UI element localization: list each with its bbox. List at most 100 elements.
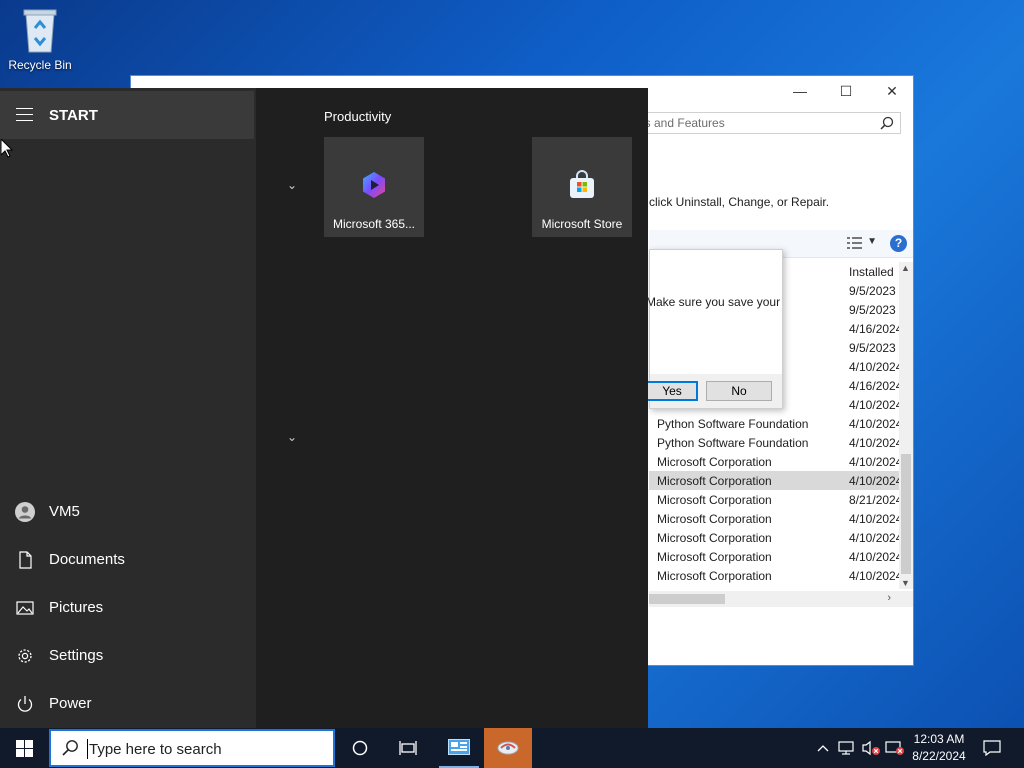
list-item[interactable]: Microsoft Corporation 8/21/2024 <box>649 490 903 509</box>
installed-date-cell: 4/10/2024 <box>849 569 903 583</box>
taskbar-app-control-panel[interactable] <box>435 728 483 768</box>
windows-logo-icon <box>15 739 33 757</box>
recycle-bin-label: Recycle Bin <box>8 58 72 72</box>
mouse-cursor-icon <box>0 137 14 161</box>
action-center-button[interactable] <box>978 728 1006 768</box>
programs-search-input[interactable]: ns and Features <box>631 112 901 134</box>
control-panel-icon <box>448 739 470 755</box>
list-item[interactable]: Microsoft Corporation 4/10/2024 <box>649 452 903 471</box>
document-icon <box>15 550 35 570</box>
taskbar-search-box[interactable]: Type here to search <box>49 729 335 767</box>
list-item[interactable]: Python Software Foundation 4/10/2024 <box>649 414 903 433</box>
power-icon <box>15 694 35 714</box>
installed-date-cell: 4/16/2024 <box>849 379 903 393</box>
search-icon <box>61 739 79 760</box>
list-item[interactable]: Microsoft Corporation 4/10/2024 <box>649 528 903 547</box>
horizontal-scroll-thumb[interactable] <box>649 594 725 604</box>
start-button[interactable] <box>0 728 48 768</box>
sidebar-item-power[interactable]: Power <box>0 682 256 726</box>
start-menu-sidebar: START VM5 Documents Pictures Settings Po… <box>0 88 256 728</box>
no-button[interactable]: No <box>706 381 772 401</box>
installed-date-cell: 9/5/2023 <box>849 341 896 355</box>
cortana-button[interactable] <box>336 728 384 768</box>
sidebar-item-label: Settings <box>49 647 104 664</box>
tile-label: Microsoft Store <box>541 217 623 231</box>
recycle-bin-icon <box>20 6 60 54</box>
taskbar-app-active[interactable] <box>484 728 532 768</box>
installed-date-cell: 9/5/2023 <box>849 284 896 298</box>
chevron-up-icon <box>817 745 829 752</box>
scroll-down-icon[interactable]: ▼ <box>901 578 910 588</box>
sidebar-item-label: Documents <box>49 551 125 568</box>
security-status-button[interactable] <box>884 728 906 768</box>
sidebar-item-pictures[interactable]: Pictures <box>0 586 256 630</box>
task-view-button[interactable] <box>384 728 432 768</box>
sidebar-item-settings[interactable]: Settings <box>0 634 256 678</box>
list-item[interactable]: Microsoft Corporation 4/10/2024 <box>649 566 903 585</box>
tile-microsoft-store[interactable]: Microsoft Store <box>532 137 632 237</box>
task-view-icon <box>399 741 417 755</box>
installed-date-cell: 4/10/2024 <box>849 550 903 564</box>
chevron-down-icon[interactable]: ⌄ <box>287 178 297 192</box>
dialog-message: Make sure you save your <box>646 295 781 309</box>
tile-microsoft-365[interactable]: Microsoft 365... <box>324 137 424 237</box>
hamburger-menu-icon[interactable] <box>16 108 33 121</box>
maximize-button[interactable]: ☐ <box>823 76 869 106</box>
notification-icon <box>983 740 1001 756</box>
volume-button[interactable] <box>860 728 882 768</box>
installed-date-cell: 4/10/2024 <box>849 436 903 450</box>
vertical-scroll-thumb[interactable] <box>901 454 911 574</box>
display-warning-icon <box>885 741 904 755</box>
installed-date-cell: 4/10/2024 <box>849 474 903 488</box>
chevron-down-icon[interactable]: ⌄ <box>287 430 297 444</box>
list-item[interactable]: Python Software Foundation 4/10/2024 <box>649 433 903 452</box>
microsoft-365-icon <box>358 169 390 201</box>
sidebar-item-user[interactable]: VM5 <box>0 490 256 534</box>
installed-date-cell: 4/16/2024 <box>849 322 903 336</box>
app-icon <box>497 741 519 755</box>
view-options-icon[interactable] <box>847 237 863 252</box>
installed-date-cell: 8/21/2024 <box>849 493 903 507</box>
yes-button[interactable]: Yes <box>646 381 698 401</box>
sidebar-item-documents[interactable]: Documents <box>0 538 256 582</box>
gear-icon <box>15 646 35 666</box>
clock-date: 8/22/2024 <box>912 749 966 763</box>
publisher-cell: Python Software Foundation <box>657 436 809 450</box>
scroll-right-icon[interactable]: › <box>887 592 891 604</box>
help-icon[interactable]: ? <box>890 235 907 252</box>
start-menu: START VM5 Documents Pictures Settings Po… <box>0 88 648 728</box>
sidebar-item-label: Power <box>49 695 92 712</box>
start-menu-header[interactable]: START <box>0 91 254 139</box>
publisher-cell: Microsoft Corporation <box>657 569 772 583</box>
tile-group-label: Productivity <box>324 109 392 124</box>
show-hidden-icons-button[interactable] <box>814 728 832 768</box>
recycle-bin-shortcut[interactable]: Recycle Bin <box>6 6 74 72</box>
minimize-button[interactable]: — <box>777 76 823 106</box>
publisher-cell: Microsoft Corporation <box>657 474 772 488</box>
publisher-cell: Microsoft Corporation <box>657 512 772 526</box>
user-avatar-icon <box>15 502 35 522</box>
installed-date-cell: 4/10/2024 <box>849 398 903 412</box>
cortana-icon <box>352 740 368 756</box>
vertical-scrollbar[interactable]: ▲ ▼ <box>899 262 913 589</box>
network-icon <box>838 741 854 755</box>
installed-date-cell: 4/10/2024 <box>849 360 903 374</box>
view-dropdown-arrow-icon[interactable]: ▼ <box>867 236 877 247</box>
programs-description: click Uninstall, Change, or Repair. <box>649 195 830 209</box>
network-status-button[interactable] <box>836 728 858 768</box>
list-item[interactable]: Microsoft Corporation 4/10/2024 <box>649 547 903 566</box>
scroll-up-icon[interactable]: ▲ <box>901 263 910 273</box>
list-item[interactable]: Microsoft Corporation 4/10/2024 <box>649 471 903 490</box>
clock-time: 12:03 AM <box>913 732 965 746</box>
publisher-cell: Microsoft Corporation <box>657 550 772 564</box>
search-placeholder: ns and Features <box>638 116 725 130</box>
horizontal-scrollbar[interactable]: › <box>649 591 913 607</box>
close-button[interactable]: ✕ <box>869 76 915 106</box>
taskbar-clock[interactable]: 12:03 AM 8/22/2024 <box>905 731 973 765</box>
publisher-cell: Microsoft Corporation <box>657 455 772 469</box>
list-item[interactable]: Microsoft Corporation 4/10/2024 <box>649 509 903 528</box>
sidebar-item-label: VM5 <box>49 503 80 520</box>
confirm-dialog: Make sure you save your Yes No <box>646 249 783 409</box>
volume-muted-icon <box>862 740 880 756</box>
installed-date-cell: 4/10/2024 <box>849 417 903 431</box>
